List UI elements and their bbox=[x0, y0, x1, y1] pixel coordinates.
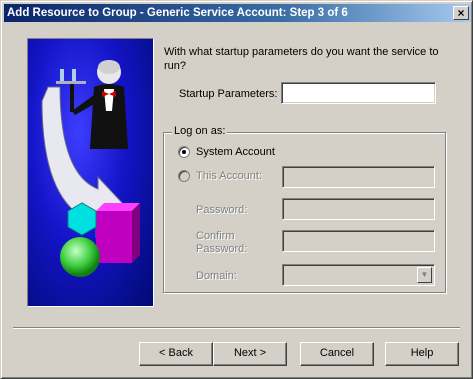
this-account-input[interactable] bbox=[282, 166, 435, 188]
logon-legend: Log on as: bbox=[172, 125, 228, 137]
wizard-prompt: With what startup parameters do you want… bbox=[164, 46, 439, 72]
wizard-illustration-svg bbox=[41, 60, 140, 277]
startup-parameters-input[interactable] bbox=[281, 82, 436, 104]
this-account-radio[interactable] bbox=[178, 170, 190, 182]
back-button[interactable]: < Back bbox=[139, 342, 213, 366]
system-account-label[interactable]: System Account bbox=[196, 146, 275, 158]
confirm-password-input[interactable] bbox=[282, 230, 435, 252]
close-icon[interactable]: × bbox=[453, 6, 469, 20]
system-account-radio[interactable] bbox=[178, 146, 190, 158]
domain-combobox[interactable]: ▼ bbox=[282, 264, 435, 286]
separator-highlight bbox=[13, 328, 460, 329]
next-button[interactable]: Next > bbox=[213, 342, 287, 366]
confirm-password-label: Confirm Password: bbox=[196, 230, 248, 255]
startup-parameters-label: Startup Parameters: bbox=[179, 88, 278, 100]
window-title: Add Resource to Group - Generic Service … bbox=[7, 7, 348, 19]
password-input[interactable] bbox=[282, 198, 435, 220]
title-bar[interactable]: Add Resource to Group - Generic Service … bbox=[4, 4, 471, 22]
wizard-dialog: Add Resource to Group - Generic Service … bbox=[0, 0, 473, 379]
chevron-down-icon[interactable]: ▼ bbox=[417, 267, 432, 283]
wizard-illustration bbox=[27, 38, 154, 307]
help-button[interactable]: Help bbox=[385, 342, 459, 366]
cancel-button[interactable]: Cancel bbox=[300, 342, 374, 366]
this-account-label[interactable]: This Account: bbox=[196, 170, 262, 182]
radio-selected-dot bbox=[182, 150, 186, 154]
domain-label: Domain: bbox=[196, 270, 237, 282]
password-label: Password: bbox=[196, 204, 248, 216]
